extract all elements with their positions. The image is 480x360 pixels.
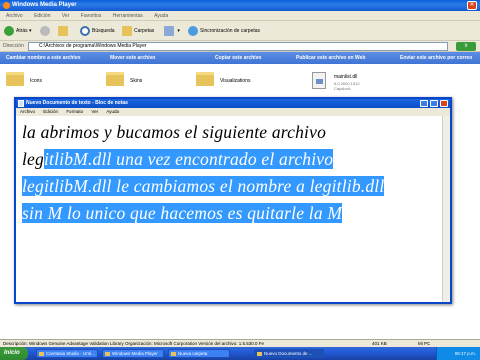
dll-file-item[interactable]: mainlist.dll 6.0.2600.1512 Capslock <box>312 70 402 96</box>
desktop-screen: Windows Media Player ✕ Archivo Edición V… <box>0 0 480 360</box>
move-file-task[interactable]: Mover este archivo <box>110 52 155 64</box>
np-menu-formato[interactable]: Formato <box>66 109 83 114</box>
taskbar-button-notepad[interactable]: Nuevo Documento de ... <box>254 349 324 358</box>
back-arrow-icon <box>4 25 14 36</box>
maximize-button[interactable] <box>430 100 438 107</box>
explorer-title-bar[interactable]: Windows Media Player ✕ <box>0 0 480 11</box>
back-button[interactable]: Atrás ▾ <box>4 25 32 37</box>
views-icon <box>164 25 174 36</box>
address-input[interactable]: C:\Archivos de programa\Windows Media Pl… <box>28 42 448 51</box>
folders-button[interactable]: Carpetas <box>122 25 154 37</box>
folder-skins[interactable]: Skins <box>106 70 186 96</box>
notepad-window: Nuevo Documento de texto - Bloc de notas… <box>14 97 452 304</box>
np-menu-ver[interactable]: Ver <box>91 109 98 114</box>
copy-file-task[interactable]: Copiar este archivo <box>215 52 261 64</box>
menu-item-favoritos[interactable]: Favoritos <box>81 13 102 19</box>
start-button[interactable]: Inicio <box>0 347 28 360</box>
selected-text: sin M lo unico que hacemos es quitarle l… <box>22 203 343 223</box>
address-label: Dirección <box>3 43 24 49</box>
notepad-text-area[interactable]: la abrimos y bucamos el siguiente archiv… <box>22 119 432 301</box>
notepad-close-button[interactable] <box>440 100 448 107</box>
up-folder-button[interactable] <box>58 25 70 37</box>
folder-up-icon <box>58 25 68 36</box>
forward-button[interactable] <box>40 25 52 37</box>
taskbar-button-media-player[interactable]: Windows Media Player <box>102 349 164 358</box>
search-icon <box>80 25 90 36</box>
menu-item-ayuda[interactable]: Ayuda <box>154 13 168 19</box>
menu-item-herramientas[interactable]: Herramientas <box>113 13 143 19</box>
menu-item-ver[interactable]: Ver <box>62 13 70 19</box>
folder-icons[interactable]: Icons <box>6 70 86 96</box>
sync-icon <box>188 25 198 36</box>
notepad-icon <box>18 100 24 107</box>
minimize-button[interactable] <box>420 100 428 107</box>
folders-icon <box>122 25 132 36</box>
taskbar-button-camtasia[interactable]: Camtasia Studio - Unti... <box>36 349 98 358</box>
selected-text: legitlibM.dll le cambiamos el nombre a l… <box>22 176 385 196</box>
clock[interactable]: 06:17 p.m. <box>455 351 476 356</box>
selected-text: itlibM.dll una vez encontrado el archivo <box>43 149 334 169</box>
text-line: legitlibM.dll le cambiamos el nombre a l… <box>22 173 432 200</box>
forward-arrow-icon <box>40 25 50 36</box>
text-line: sin M lo unico que hacemos es quitarle l… <box>22 200 432 227</box>
go-button[interactable]: Ir <box>456 42 476 51</box>
explorer-title: Windows Media Player <box>12 2 77 8</box>
text-line: la abrimos y bucamos el siguiente archiv… <box>22 122 327 142</box>
address-bar: Dirección C:\Archivos de programa\Window… <box>0 41 480 52</box>
explorer-toolbar: Atrás ▾ Búsqueda Carpetas ▾ Sincronizaci… <box>0 21 480 41</box>
np-menu-archivo[interactable]: Archivo <box>20 109 35 114</box>
sync-folders-button[interactable]: Sincronización de carpetas <box>188 25 260 37</box>
notepad-title-bar[interactable]: Nuevo Documento de texto - Bloc de notas <box>16 99 450 108</box>
menu-item-archivo[interactable]: Archivo <box>6 13 23 19</box>
taskbar-button-new-folder[interactable]: Nueva carpeta <box>168 349 230 358</box>
publish-web-task[interactable]: Publicar este archivo en Web <box>296 52 365 64</box>
notepad-title: Nuevo Documento de texto - Bloc de notas <box>26 100 128 106</box>
np-menu-ayuda[interactable]: Ayuda <box>106 109 119 114</box>
folder-visualizations[interactable]: Visualizations <box>196 70 286 96</box>
menu-item-edicion[interactable]: Edición <box>34 13 50 19</box>
text-line: legitlibM.dll una vez encontrado el arch… <box>22 149 334 169</box>
vertical-scrollbar[interactable] <box>442 116 450 302</box>
folder-icon <box>6 72 24 86</box>
email-file-task[interactable]: Enviar este archivo por correo <box>400 52 472 64</box>
system-tray: 06:17 p.m. <box>436 347 480 360</box>
folder-icon <box>196 72 214 86</box>
notepad-menu-bar: Archivo Edición Formato Ver Ayuda <box>16 108 450 116</box>
folder-icon <box>106 72 124 86</box>
media-player-icon <box>3 2 10 9</box>
close-button[interactable]: ✕ <box>467 1 477 10</box>
views-button[interactable]: ▾ <box>164 25 180 37</box>
np-menu-edicion[interactable]: Edición <box>43 109 58 114</box>
file-tasks-bar: Cambiar nombre a este archivo Mover este… <box>0 52 480 64</box>
taskbar: Inicio Camtasia Studio - Unti... Windows… <box>0 347 480 360</box>
explorer-menu-bar: Archivo Edición Ver Favoritos Herramient… <box>0 11 480 21</box>
rename-file-task[interactable]: Cambiar nombre a este archivo <box>6 52 80 64</box>
search-button[interactable]: Búsqueda <box>80 25 115 37</box>
dll-file-icon <box>312 72 326 89</box>
status-bar: Descripción: Windows Genuine Advantage V… <box>0 339 480 347</box>
